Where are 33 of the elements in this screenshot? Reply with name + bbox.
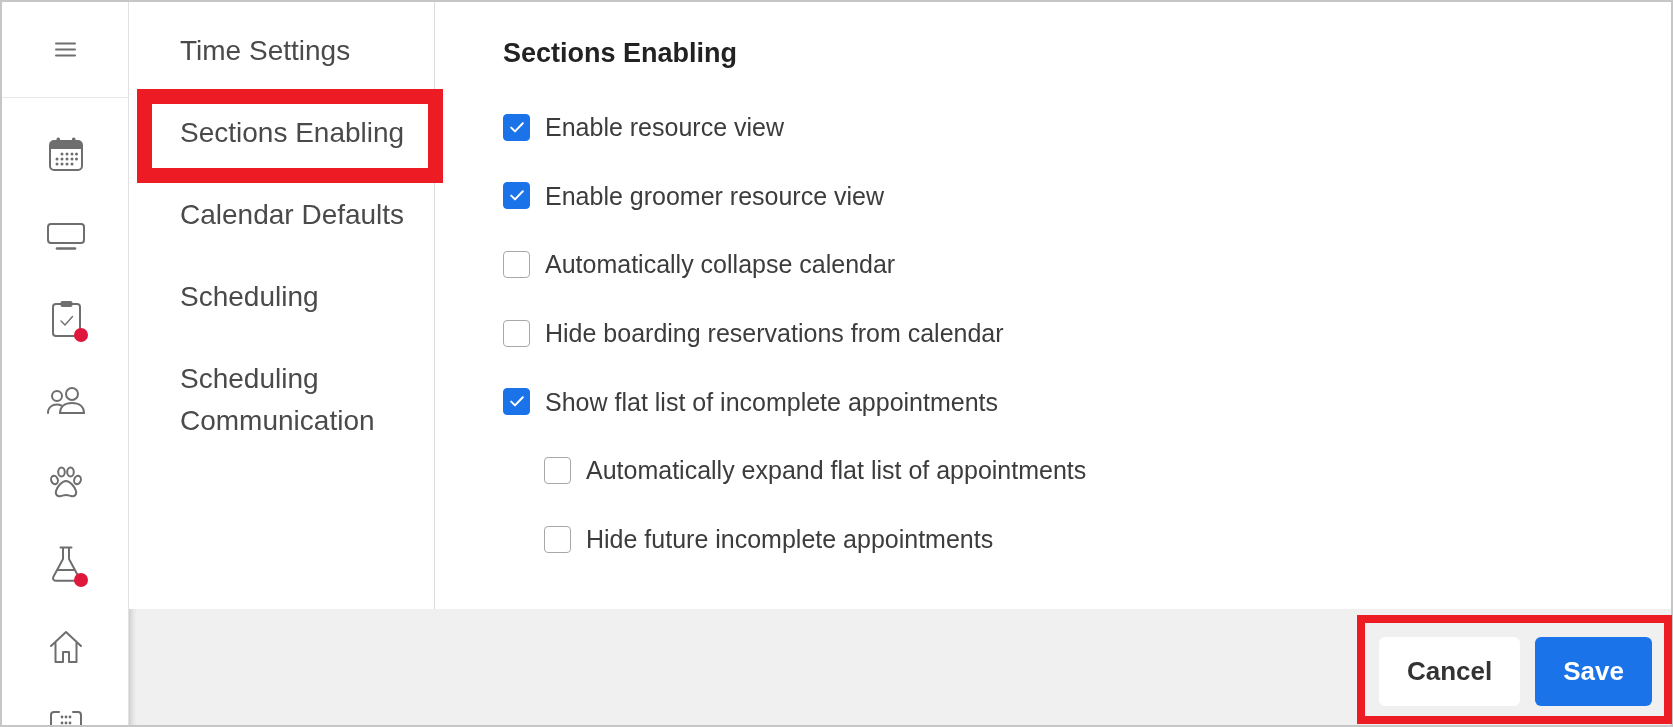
checkbox[interactable] (503, 182, 530, 210)
clipboard-icon[interactable] (51, 299, 81, 337)
section-title: Sections Enabling (503, 37, 738, 69)
corner-brackets-icon[interactable] (49, 711, 83, 725)
checkbox[interactable] (503, 388, 530, 416)
checkbox[interactable] (544, 525, 571, 553)
settings-nav-item[interactable]: Sections Enabling (129, 92, 434, 174)
checkbox[interactable] (503, 113, 530, 141)
checkbox-label: Hide future incomplete appointments (586, 525, 994, 554)
menu-icon[interactable] (54, 42, 76, 57)
monitor-icon[interactable] (47, 222, 85, 250)
settings-nav-item[interactable]: Calendar Defaults (129, 174, 434, 256)
checkbox-label: Enable groomer resource view (545, 181, 885, 210)
house-icon[interactable] (49, 629, 83, 663)
checkbox-label: Automatically expand flat list of appointments (586, 456, 1087, 485)
cancel-button[interactable]: Cancel (1379, 637, 1521, 706)
checkmark-icon (509, 190, 524, 202)
paw-icon[interactable] (49, 466, 83, 498)
settings-nav-item[interactable]: Scheduling (129, 256, 434, 338)
checkmark-icon (509, 396, 524, 408)
checkbox-label: Show flat list of incomplete appointments (545, 387, 998, 416)
checkbox[interactable] (503, 319, 530, 347)
people-icon[interactable] (46, 386, 86, 414)
save-button[interactable]: Save (1535, 637, 1652, 706)
checkbox-label: Enable resource view (545, 113, 784, 141)
checkbox-label: Automatically collapse calendar (545, 250, 896, 279)
checkbox[interactable] (544, 456, 571, 484)
settings-nav-item[interactable]: Scheduling Communication (129, 338, 434, 462)
calendar-icon[interactable] (49, 137, 83, 171)
checkbox-label: Hide boarding reservations from calendar (545, 319, 1004, 348)
settings-nav-item[interactable]: Time Settings (129, 10, 434, 92)
checkbox[interactable] (503, 250, 530, 278)
checkmark-icon (509, 121, 524, 133)
